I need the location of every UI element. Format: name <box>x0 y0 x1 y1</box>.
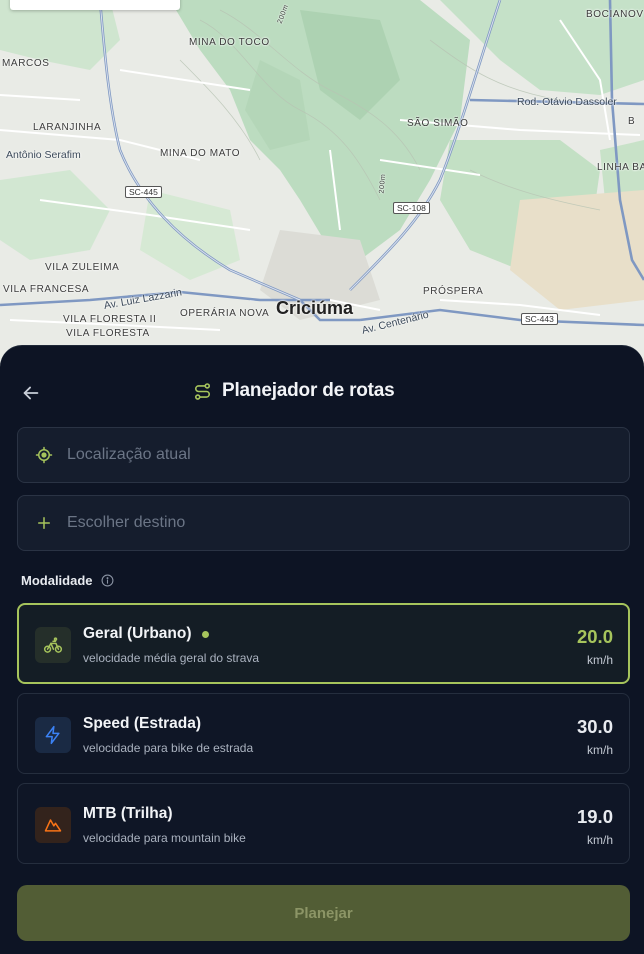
map-label-vila-floresta-ii: VILA FLORESTA II <box>63 314 157 325</box>
mode-name-text: Speed (Estrada) <box>83 715 202 732</box>
road-shield-sc108: SC-108 <box>393 202 430 214</box>
plus-icon <box>38 517 50 529</box>
mode-speed: 20.0 <box>576 626 613 647</box>
destination-field-placeholder: Escolher destino <box>67 514 186 531</box>
destination-field[interactable]: Escolher destino <box>17 495 630 551</box>
back-button[interactable] <box>20 382 42 404</box>
map-label-mina-do-toco: MINA DO TOCO <box>189 37 270 48</box>
mode-description: velocidade para bike de estrada <box>83 741 254 755</box>
route-icon <box>194 382 211 400</box>
map-label-marcos: MARCOS <box>2 58 50 69</box>
map-label-vila-zuleima: VILA ZULEIMA <box>45 262 120 273</box>
page-title: Planejador de rotas <box>222 380 395 401</box>
map-label-bocianov: BOCIANOV <box>586 9 644 20</box>
mode-speed: 30.0 <box>576 716 613 737</box>
mode-name: MTB (Trilha) <box>83 805 173 823</box>
info-icon[interactable] <box>101 574 114 587</box>
arrow-left-icon <box>23 386 39 400</box>
map-label-linha-ba: LINHA BA <box>597 162 644 173</box>
mode-speed-unit: km/h <box>586 833 613 847</box>
map-label-operaria-nova: OPERÁRIA NOVA <box>180 308 270 319</box>
mode-name: Speed (Estrada) <box>83 715 201 733</box>
road-shield-sc443: SC-443 <box>521 313 558 325</box>
map-label-sao-simao: SÃO SIMÃO <box>407 118 469 129</box>
mode-speed: 19.0 <box>576 806 613 827</box>
mode-card-urban[interactable]: Geral (Urbano) velocidade média geral do… <box>17 603 630 684</box>
mountain-icon <box>44 819 62 832</box>
mode-name-text: Geral (Urbano) <box>83 625 192 642</box>
mode-description: velocidade para mountain bike <box>83 831 246 845</box>
map-search-box[interactable] <box>10 0 180 10</box>
bike-icon <box>43 637 63 653</box>
origin-field[interactable]: Localização atual <box>17 427 630 483</box>
map-label-vila-francesa: VILA FRANCESA <box>3 284 90 295</box>
map-label-antonio-serafim: Antônio Serafim <box>6 149 81 161</box>
mode-icon-box <box>35 627 71 663</box>
panel-header: Planejador de rotas <box>0 376 644 410</box>
lightning-icon <box>45 725 60 745</box>
mode-speed-unit: km/h <box>586 653 613 667</box>
map-label-laranjinha: LARANJINHA <box>33 122 102 133</box>
map-label-city: Criciúma <box>276 298 354 318</box>
road-shield-sc445: SC-445 <box>125 186 162 198</box>
mode-description: velocidade média geral do strava <box>83 651 260 665</box>
crosshair-icon <box>35 446 53 464</box>
map-view[interactable]: BOCIANOV MINA DO TOCO MARCOS Rod. Otávio… <box>0 0 644 380</box>
mode-card-road[interactable]: Speed (Estrada) velocidade para bike de … <box>17 693 630 774</box>
mode-speed-unit: km/h <box>586 743 613 757</box>
origin-field-placeholder: Localização atual <box>67 446 191 463</box>
map-label-vila-floresta: VILA FLORESTA <box>66 328 150 339</box>
mode-name: Geral (Urbano) <box>83 625 209 643</box>
selected-indicator <box>201 630 209 638</box>
mode-icon-box <box>35 717 71 753</box>
modality-label: Modalidade <box>21 573 93 588</box>
modality-section-label: Modalidade <box>21 573 114 588</box>
plan-button[interactable]: Planejar <box>17 885 630 941</box>
panel-title-group: Planejador de rotas <box>193 380 395 402</box>
map-label-edge: B <box>628 116 636 127</box>
route-planner-panel: Planejador de rotas Localização atual Es… <box>0 345 644 954</box>
mode-icon-box <box>35 807 71 843</box>
map-label-rod-otavio: Rod. Otávio Dassoler <box>517 96 617 108</box>
mode-name-text: MTB (Trilha) <box>83 805 173 822</box>
map-label-mina-do-mato: MINA DO MATO <box>160 148 241 159</box>
mode-card-mtb[interactable]: MTB (Trilha) velocidade para mountain bi… <box>17 783 630 864</box>
map-label-prospera: PRÓSPERA <box>423 286 484 297</box>
